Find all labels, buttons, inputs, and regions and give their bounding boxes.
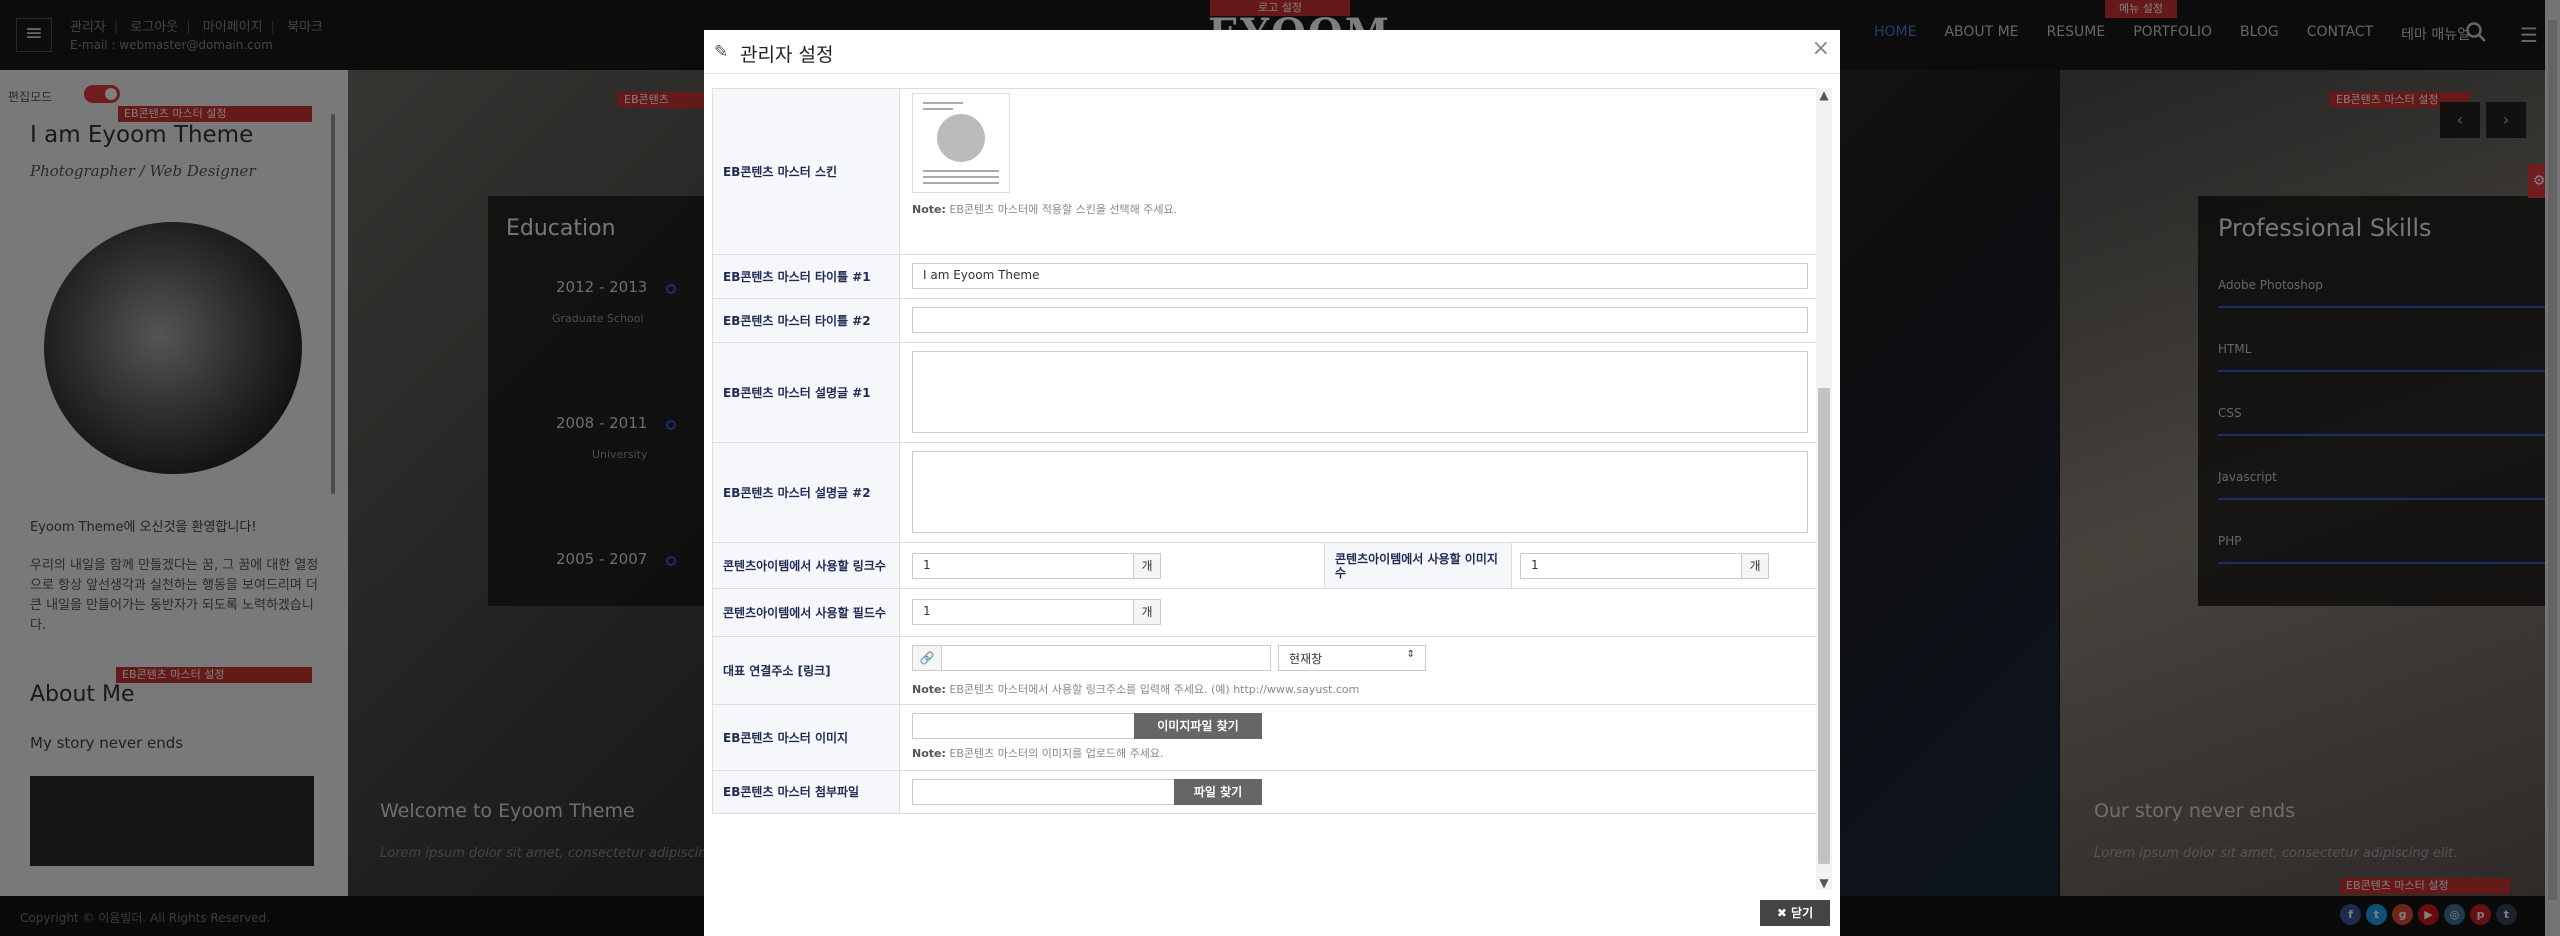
image-count-unit: 개 [1741, 553, 1769, 579]
field-count-input[interactable]: 1 [912, 599, 1134, 625]
title1-input[interactable]: I am Eyoom Theme [912, 263, 1808, 289]
link-count-unit: 개 [1133, 553, 1161, 579]
modal-form: EB콘텐츠 마스터 스킨 Note: EB콘텐츠 마스터에 적용할 스킨을 선택… [712, 88, 1816, 868]
link-input[interactable] [941, 645, 1271, 671]
attach-file-button[interactable]: 파일 찾기 [1174, 779, 1262, 805]
admin-settings-modal: ✎ 관리자 설정 × EB콘텐츠 마스터 스킨 Note: EB콘텐츠 마스터에… [704, 30, 1840, 936]
count-row-1: 콘텐츠아이템에서 사용할 링크수 1 개 콘텐츠아이템에서 사용할 이미지수 1… [712, 542, 1816, 588]
field-count-label: 콘텐츠아이템에서 사용할 필드수 [712, 589, 900, 636]
modal-close-button[interactable]: ✖ 닫기 [1760, 900, 1830, 926]
link-target-select[interactable]: 현재창 ⇕ [1278, 645, 1426, 671]
image-label: EB콘텐츠 마스터 이미지 [712, 705, 900, 770]
skin-row: EB콘텐츠 마스터 스킨 Note: EB콘텐츠 마스터에 적용할 스킨을 선택… [712, 88, 1816, 254]
image-file-input[interactable] [912, 713, 1136, 739]
image-row: EB콘텐츠 마스터 이미지 이미지파일 찾기 Note: EB콘텐츠 마스터의 … [712, 704, 1816, 770]
title2-input[interactable] [912, 307, 1808, 333]
desc1-label: EB콘텐츠 마스터 설명글 #1 [712, 343, 900, 442]
title1-label: EB콘텐츠 마스터 타이틀 #1 [712, 255, 900, 298]
select-arrow-icon: ⇕ [1406, 649, 1415, 660]
image-count-input[interactable]: 1 [1520, 553, 1742, 579]
image-file-button[interactable]: 이미지파일 찾기 [1134, 713, 1262, 739]
link-icon: 🔗 [912, 645, 942, 671]
attach-row: EB콘텐츠 마스터 첨부파일 파일 찾기 [712, 770, 1816, 814]
image-note: Note: EB콘텐츠 마스터의 이미지를 업로드해 주세요. [912, 747, 1164, 760]
skin-label: EB콘텐츠 마스터 스킨 [712, 89, 900, 254]
desc2-row: EB콘텐츠 마스터 설명글 #2 [712, 442, 1816, 542]
desc1-row: EB콘텐츠 마스터 설명글 #1 [712, 342, 1816, 442]
desc2-textarea[interactable] [912, 451, 1808, 533]
image-count-label: 콘텐츠아이템에서 사용할 이미지수 [1324, 543, 1512, 588]
attach-file-input[interactable] [912, 779, 1176, 805]
title2-row: EB콘텐츠 마스터 타이틀 #2 [712, 298, 1816, 342]
attach-label: EB콘텐츠 마스터 첨부파일 [712, 771, 900, 813]
close-icon[interactable]: × [1812, 36, 1830, 61]
skin-thumbnail[interactable] [912, 93, 1010, 193]
scroll-down-icon[interactable]: ▼ [1816, 876, 1832, 890]
desc2-label: EB콘텐츠 마스터 설명글 #2 [712, 443, 900, 542]
link-row: 대표 연결주소 [링크] 🔗 현재창 ⇕ Note: EB콘텐츠 마스터에서 사… [712, 636, 1816, 704]
modal-title: 관리자 설정 [740, 44, 834, 66]
link-count-input[interactable]: 1 [912, 553, 1134, 579]
desc1-textarea[interactable] [912, 351, 1808, 433]
modal-scrollbar[interactable]: ▲ ▼ [1816, 88, 1832, 890]
skin-note: Note: EB콘텐츠 마스터에 적용할 스킨을 선택해 주세요. [912, 203, 1178, 216]
field-count-unit: 개 [1133, 599, 1161, 625]
link-note: Note: EB콘텐츠 마스터에서 사용할 링크주소를 입력해 주세요. (예)… [912, 683, 1360, 696]
title1-row: EB콘텐츠 마스터 타이틀 #1 I am Eyoom Theme [712, 254, 1816, 298]
scroll-up-icon[interactable]: ▲ [1816, 88, 1832, 102]
link-count-label: 콘텐츠아이템에서 사용할 링크수 [712, 543, 900, 588]
edit-icon: ✎ [714, 42, 729, 62]
link-label: 대표 연결주소 [링크] [712, 637, 900, 704]
count-row-2: 콘텐츠아이템에서 사용할 필드수 1 개 [712, 588, 1816, 636]
title2-label: EB콘텐츠 마스터 타이틀 #2 [712, 299, 900, 342]
modal-header: ✎ 관리자 설정 × [704, 30, 1840, 74]
